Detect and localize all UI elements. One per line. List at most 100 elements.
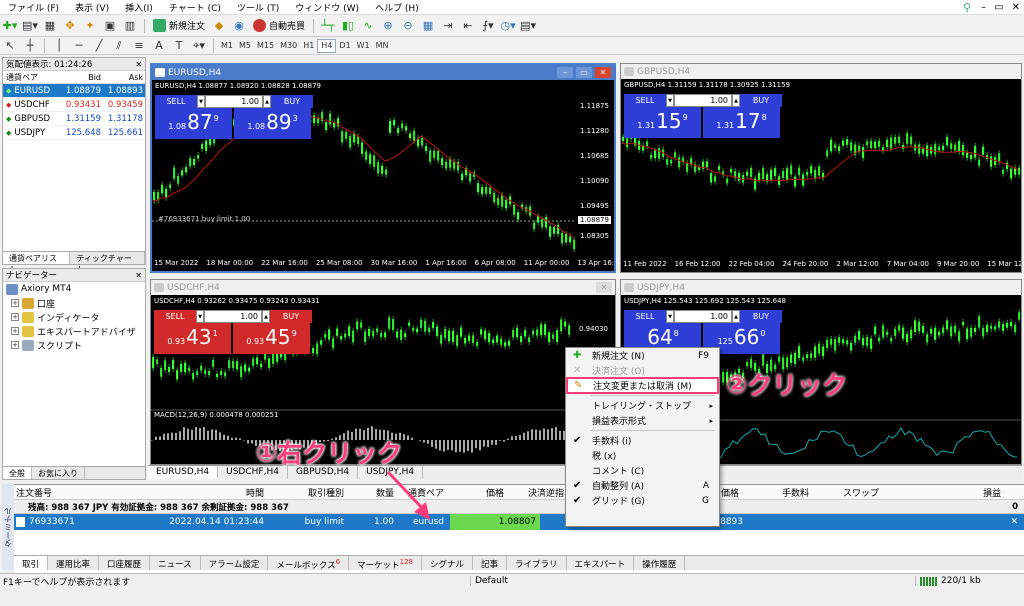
market-row[interactable]: ◆ USDCHF 0.93431 0.93459	[3, 98, 145, 112]
menu-tools[interactable]: ツール (T)	[229, 1, 287, 14]
tf-mn[interactable]: MN	[373, 39, 392, 53]
chart-titlebar[interactable]: USDCHF,H4 ✕	[151, 280, 615, 295]
horizontal-line-icon[interactable]: ─	[70, 38, 88, 54]
restore-icon[interactable]: ▭	[576, 67, 592, 78]
terminal-tab[interactable]: シグナル	[422, 556, 473, 570]
market-watch-icon[interactable]: ▦	[41, 18, 59, 34]
bid-price-button[interactable]: 1.31 15 9	[624, 107, 701, 138]
lot-input[interactable]: 1.00	[674, 94, 732, 107]
col-bid[interactable]: Bid	[61, 73, 103, 82]
fibonacci-icon[interactable]: ≡	[130, 38, 148, 54]
terminal-tab[interactable]: 運用比率	[48, 556, 100, 570]
terminal-tab[interactable]: メールボックス6	[268, 556, 350, 571]
new-order-button[interactable]: 新規注文	[149, 17, 209, 34]
col-sl[interactable]: 決済逆指	[504, 486, 564, 499]
chart-window-eurusd[interactable]: EURUSD,H4 – ▭ ✕ EURUSD,H4 1.08877 1.08920 1…	[150, 63, 616, 273]
col-swap[interactable]: スワップ	[809, 486, 879, 499]
col-price[interactable]: 価格	[444, 486, 504, 499]
crosshair-icon[interactable]: ┼	[21, 38, 39, 54]
lot-down-icon[interactable]: ▼	[666, 94, 674, 107]
sell-button[interactable]: SELL	[624, 310, 666, 323]
tf-m15[interactable]: M15	[254, 39, 277, 53]
terminal-tab[interactable]: 操作履歴	[634, 556, 686, 570]
bid-price-button[interactable]: 0.93 43 1	[154, 323, 231, 354]
context-menu-item[interactable]: ✎ 注文変更または取消 (M)	[566, 377, 719, 394]
context-menu-item[interactable]: 損益表示形式 ▸	[566, 413, 719, 428]
col-time[interactable]: 時間	[169, 486, 264, 499]
close-icon[interactable]: ✕	[596, 282, 612, 293]
tf-m30[interactable]: M30	[277, 39, 300, 53]
chart-area[interactable]: EURUSD,H4 1.08877 1.08920 1.08828 1.0887…	[152, 80, 614, 271]
tab-symbols[interactable]: 通貨ペアリスト	[3, 252, 71, 274]
autoscroll-icon[interactable]: ⇥	[439, 18, 457, 34]
sell-button[interactable]: SELL	[154, 310, 196, 323]
col-type[interactable]: 取引種別	[264, 486, 344, 499]
profiles-icon[interactable]: ▤▾	[21, 18, 39, 34]
context-menu-item[interactable]: ✔ グリッド (G) G	[566, 493, 719, 508]
col-profit[interactable]: 損益	[879, 486, 1005, 499]
order-row[interactable]: 76933671 2022.04.14 01:23:44 buy limit 1…	[14, 514, 1024, 530]
menu-file[interactable]: ファイル (F)	[0, 1, 67, 14]
chart-tab-eurusd[interactable]: EURUSD,H4	[148, 466, 219, 479]
buy-button[interactable]: BUY	[740, 310, 782, 323]
sell-button[interactable]: SELL	[624, 94, 666, 107]
lot-input[interactable]: 1.00	[205, 95, 263, 108]
indicators-icon[interactable]: ⨍▾	[479, 18, 497, 34]
menu-window[interactable]: ウィンドウ (W)	[287, 1, 367, 14]
context-menu-item[interactable]: ✔ 手数料 (i)	[566, 433, 719, 448]
context-menu-item[interactable]: トレイリング・ストップ ▸	[566, 398, 719, 413]
tf-h4[interactable]: H4	[317, 38, 337, 53]
lot-down-icon[interactable]: ▼	[666, 310, 674, 323]
lot-input[interactable]: 1.00	[674, 310, 732, 323]
tester-icon[interactable]: ▥	[121, 18, 139, 34]
tile-icon[interactable]: ▦	[419, 18, 437, 34]
context-menu-item[interactable]: コメント (C)	[566, 463, 719, 478]
terminal-tab[interactable]: アラーム設定	[201, 556, 269, 570]
terminal-tab[interactable]: 口座履歴	[99, 556, 151, 570]
chart-shift-icon[interactable]: ⇤	[459, 18, 477, 34]
tf-d1[interactable]: D1	[336, 39, 353, 53]
chart-titlebar[interactable]: GBPUSD,H4	[621, 64, 1021, 79]
sell-button[interactable]: SELL	[155, 95, 197, 108]
line-chart-icon[interactable]: ∿	[359, 18, 377, 34]
navigator-icon[interactable]: ✦	[81, 18, 99, 34]
delete-order-icon[interactable]: ✕	[1010, 517, 1024, 527]
ask-price-button[interactable]: 1.08 89 3	[234, 108, 311, 139]
lot-input[interactable]: 1.00	[204, 310, 262, 323]
label-icon[interactable]: T	[170, 38, 188, 54]
context-menu-item[interactable]: 税 (x)	[566, 448, 719, 463]
chart-titlebar[interactable]: EURUSD,H4 – ▭ ✕	[152, 65, 614, 80]
chart-titlebar[interactable]: USDJPY,H4	[621, 280, 1021, 295]
channel-icon[interactable]: ⫽	[110, 38, 128, 54]
col-order-id[interactable]: 注文番号	[14, 486, 169, 499]
text-icon[interactable]: A	[150, 38, 168, 54]
ask-price-button[interactable]: 1.31 17 8	[703, 107, 780, 138]
expand-icon[interactable]: +	[11, 341, 19, 349]
lot-up-icon[interactable]: ▲	[732, 94, 740, 107]
buy-button[interactable]: BUY	[270, 310, 312, 323]
chart-area[interactable]: GBPUSD,H4 1.31159 1.31178 1.30925 1.3115…	[621, 79, 1021, 272]
zoom-out-icon[interactable]: ⊖	[399, 18, 417, 34]
balance-row[interactable]: 残高: 988 367 JPY 有効証拠金: 988 367 余剰証拠金: 98…	[14, 500, 1024, 514]
tab-general[interactable]: 全般	[3, 467, 32, 479]
menu-insert[interactable]: 挿入(I)	[117, 1, 161, 14]
templates-icon[interactable]: ▤▾	[519, 18, 537, 34]
context-menu-item[interactable]: ✚ 新規注文 (N) F9	[566, 348, 719, 363]
periods-icon[interactable]: ◷▾	[499, 18, 517, 34]
nav-scripts[interactable]: + スクリプト	[3, 338, 145, 352]
menu-chart[interactable]: チャート (C)	[161, 1, 229, 14]
data-window-icon[interactable]: ✥	[61, 18, 79, 34]
tab-favorites[interactable]: お気に入り	[32, 467, 85, 479]
terminal-tab[interactable]: ニュース	[150, 556, 201, 570]
expand-icon[interactable]: +	[11, 327, 19, 335]
shapes-icon[interactable]: ⌖▾	[190, 38, 208, 54]
terminal-tab[interactable]: マーケット128	[349, 556, 422, 571]
market-row[interactable]: ◆ USDJPY 125.648 125.661	[3, 126, 145, 140]
close-icon[interactable]: ✕	[135, 60, 142, 69]
tf-w1[interactable]: W1	[354, 39, 373, 53]
close-icon[interactable]: ✕	[1008, 2, 1024, 13]
lot-down-icon[interactable]: ▼	[197, 95, 205, 108]
terminal-tab[interactable]: エキスパート	[567, 556, 635, 570]
lot-down-icon[interactable]: ▼	[196, 310, 204, 323]
ask-price-button[interactable]: 0.93 45 9	[233, 323, 310, 354]
